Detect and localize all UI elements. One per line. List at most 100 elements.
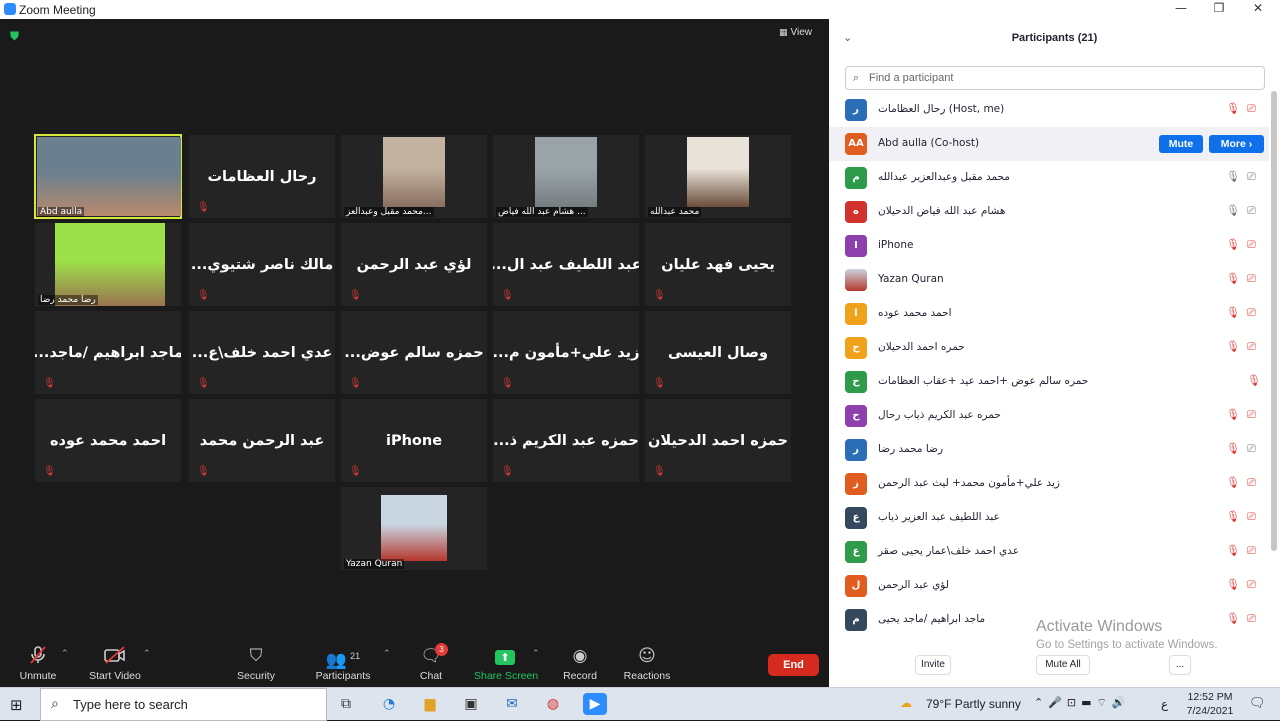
participant-name: محمد مقبل وعبدالعزير عبدالله	[878, 171, 1010, 183]
participant-row[interactable]: ر رحال العظامات (Host, me) 🎙 ⎚	[829, 93, 1269, 127]
participant-row[interactable]: ح حمره سالم عوض +احمد عيد +عقاب العظامات 🎙	[829, 365, 1269, 399]
video-tile[interactable]: Yazan Quran	[341, 487, 487, 570]
unmute-button[interactable]: Unmute	[17, 645, 59, 685]
video-tile[interactable]: لؤي عبد الرحمن 🎙	[341, 223, 487, 306]
avatar	[845, 269, 867, 291]
chrome-icon[interactable]: ◍	[541, 693, 565, 715]
record-icon: ◉	[572, 646, 588, 666]
participant-name-label: رضا محمد رضا	[38, 295, 98, 305]
start-video-label: Start Video	[89, 670, 141, 682]
taskbar-search-placeholder: Type here to search	[73, 697, 188, 712]
video-off-icon: ⎚	[1247, 306, 1256, 319]
participant-name-label: Abd aulla	[38, 207, 85, 217]
video-tile[interactable]: زيد علي+مأمون م... 🎙	[493, 311, 639, 394]
participant-row[interactable]: ه هشام عبد الله فياض الدحيلان 🎙 ⎚	[829, 195, 1269, 229]
participant-row[interactable]: ل لؤي عبد الرحمن 🎙 ⎚	[829, 569, 1269, 603]
participant-row[interactable]: AA Abd aulla (Co-host) Mute More ›	[829, 127, 1269, 161]
participants-count: 21	[350, 651, 361, 661]
participant-row[interactable]: ح حمره عبد الكريم ذياب رحال 🎙 ⎚	[829, 399, 1269, 433]
video-tile[interactable]: Abd aulla	[34, 134, 182, 219]
participant-row[interactable]: ر رضا محمد رضا 🎙 ⎚	[829, 433, 1269, 467]
participant-row[interactable]: ا احمد محمد عوده 🎙 ⎚	[829, 297, 1269, 331]
participant-name: رحال العظامات	[207, 168, 317, 185]
more-participant-options-button[interactable]: More ›	[1209, 135, 1264, 153]
participant-name: iPhone	[878, 239, 914, 251]
video-tile[interactable]: عبد اللطيف عبد ال... 🎙	[493, 223, 639, 306]
video-options-chevron-icon[interactable]: ⌃	[143, 649, 151, 659]
mute-all-button[interactable]: Mute All	[1036, 655, 1090, 675]
video-tile[interactable]: iPhone 🎙	[341, 399, 487, 482]
video-tile[interactable]: يحيى فهد عليان 🎙	[645, 223, 791, 306]
avatar: ح	[845, 337, 867, 359]
chat-button[interactable]: 🗨 3 Chat	[413, 643, 449, 685]
participant-row[interactable]: IiPhone 🎙 ⎚	[829, 229, 1269, 263]
video-tile[interactable]: رضا محمد رضا	[35, 223, 181, 306]
unmute-label: Unmute	[19, 670, 57, 682]
participants-button[interactable]: 👥 21 Participants	[313, 645, 373, 685]
maximize-button[interactable]: ❐	[1206, 1, 1232, 19]
view-button[interactable]: ▦ View	[779, 27, 821, 43]
file-explorer-icon[interactable]: ▆	[418, 693, 442, 715]
participant-list-scrollbar[interactable]	[1271, 91, 1277, 551]
participant-row[interactable]: Yazan Quran 🎙 ⎚	[829, 263, 1269, 297]
share-screen-button[interactable]: ⬆ Share Screen	[474, 645, 538, 685]
task-view-icon[interactable]: ⧉	[334, 693, 358, 715]
reactions-icon: ☺	[638, 646, 656, 666]
participant-video-feed	[37, 137, 181, 216]
store-icon[interactable]: ▣	[459, 693, 483, 715]
share-screen-icon: ⬆	[474, 645, 536, 667]
view-label: View	[790, 27, 813, 38]
video-tile[interactable]: احمد محمد عوده 🎙	[35, 399, 181, 482]
participant-row[interactable]: ح حمره احمد الدحيلان 🎙 ⎚	[829, 331, 1269, 365]
mic-muted-icon: 🎙	[1247, 374, 1261, 387]
invite-button[interactable]: Invite	[915, 655, 951, 675]
weather-text[interactable]: 79°F Partly sunny	[926, 697, 1021, 711]
video-tile[interactable]: ماجد ابراهيم /ماجد... 🎙	[35, 311, 181, 394]
taskbar-search-input[interactable]: ⌕ Type here to search	[40, 688, 327, 721]
participant-row[interactable]: ع عدي احمد خلف\عمار يحيى صقر 🎙 ⎚	[829, 535, 1269, 569]
mute-participant-button[interactable]: Mute	[1159, 135, 1203, 153]
notifications-icon[interactable]: 🗨	[1249, 696, 1266, 711]
mail-icon[interactable]: ✉	[500, 693, 524, 715]
start-video-button[interactable]: Start Video	[88, 645, 142, 685]
participants-options-chevron-icon[interactable]: ⌃	[383, 649, 391, 659]
windows-start-icon[interactable]: ⊞	[10, 696, 23, 714]
edge-icon[interactable]: ◔	[377, 693, 401, 715]
video-tile[interactable]: حمزه سالم عوض... 🎙	[341, 311, 487, 394]
participant-row[interactable]: م محمد مقبل وعبدالعزير عبدالله 🎙 ⎚	[829, 161, 1269, 195]
clock[interactable]: 12:52 PM 7/24/2021	[1180, 690, 1240, 718]
encryption-shield-icon[interactable]: ⛊	[10, 29, 19, 44]
mic-muted-icon: 🎙	[501, 466, 514, 477]
participant-name-label: محمد مقبل وعبدالعز...	[344, 207, 434, 217]
participant-row[interactable]: ز زيد علي+مأمون محمد+ ليث عبد الرحمن 🎙 ⎚	[829, 467, 1269, 501]
mic-muted-icon: 🎙	[1226, 612, 1240, 625]
video-tile[interactable]: وصال العيسى 🎙	[645, 311, 791, 394]
video-tile[interactable]: محمد مقبل وعبدالعز...	[341, 135, 487, 218]
find-participant-input[interactable]: ⌕ Find a participant	[845, 66, 1265, 90]
security-button[interactable]: ⛉ Security	[232, 645, 280, 685]
end-meeting-button[interactable]: End	[768, 654, 819, 676]
language-indicator[interactable]: ع	[1161, 697, 1168, 711]
minimize-button[interactable]: —	[1168, 1, 1194, 19]
share-options-chevron-icon[interactable]: ⌃	[532, 649, 540, 659]
zoom-taskbar-icon[interactable]: ▶	[583, 693, 607, 715]
participant-name: Abd aulla (Co-host)	[878, 137, 980, 149]
tray-icons[interactable]: ⌃🎤⊡▬⌔🔊	[1034, 696, 1131, 710]
video-tile[interactable]: مالك ناصر شتيوي... 🎙	[189, 223, 335, 306]
participant-name: هشام عبد الله فياض الدحيلان	[878, 205, 1006, 217]
video-tile[interactable]: هشام عبد الله فياض ...	[493, 135, 639, 218]
video-tile[interactable]: حمزه احمد الدحيلان 🎙	[645, 399, 791, 482]
video-tile[interactable]: عدي احمد خلف\ع... 🎙	[189, 311, 335, 394]
video-off-icon: ⎚	[1247, 544, 1256, 557]
video-tile[interactable]: عبد الرحمن محمد 🎙	[189, 399, 335, 482]
video-tile[interactable]: محمد عبدالله	[645, 135, 791, 218]
record-button[interactable]: ◉ Record	[560, 645, 600, 685]
reactions-button[interactable]: ☺ Reactions	[622, 645, 672, 685]
more-options-button[interactable]: ...	[1169, 655, 1191, 675]
participant-row[interactable]: ع عبد اللطيف عبد العزير ذياب 🎙 ⎚	[829, 501, 1269, 535]
video-tile[interactable]: رحال العظامات 🎙	[189, 135, 335, 218]
audio-options-chevron-icon[interactable]: ⌃	[61, 649, 69, 659]
video-tile[interactable]: حمزه عبد الكريم ذ... 🎙	[493, 399, 639, 482]
close-button[interactable]: ✕	[1245, 1, 1271, 19]
zoom-logo-icon	[4, 3, 16, 15]
